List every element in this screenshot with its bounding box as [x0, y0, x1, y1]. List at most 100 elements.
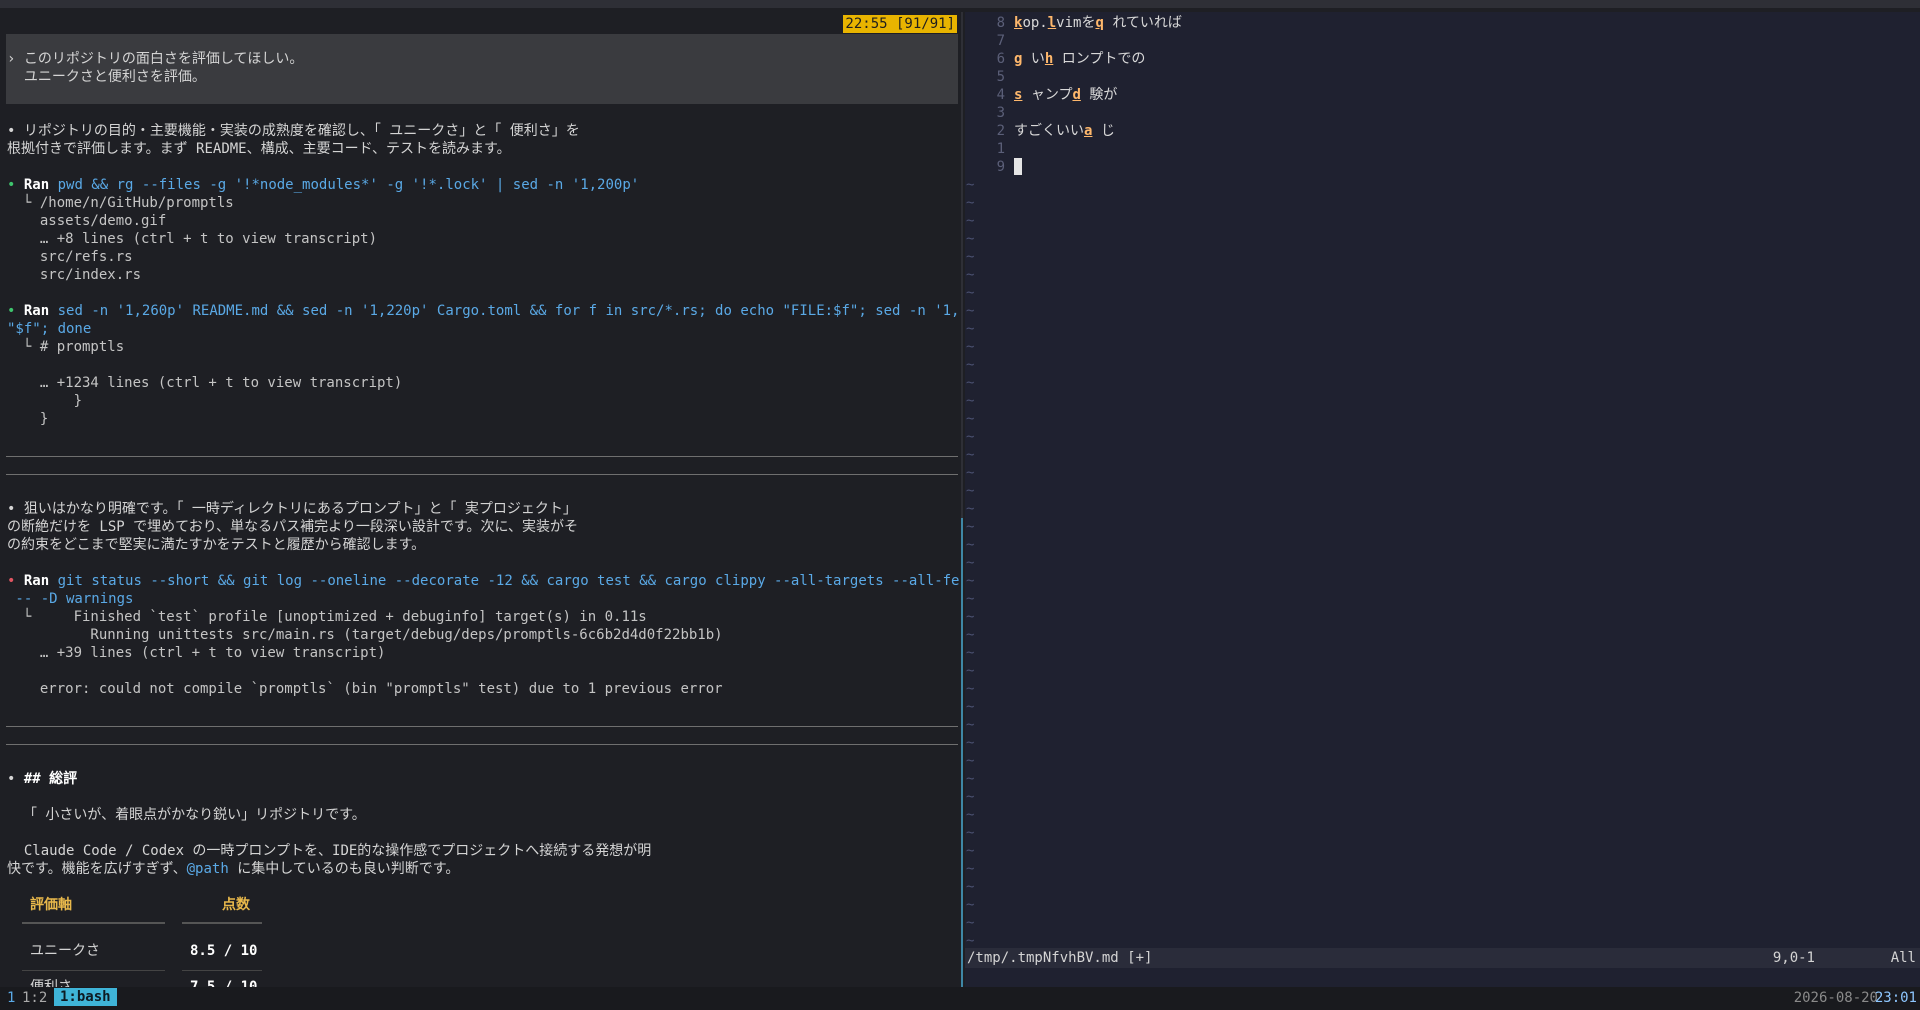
vim-empty-line-tilde: ~ — [966, 177, 975, 193]
vim-buffer-line[interactable]: 4 s ャンプd 験が — [965, 86, 1920, 104]
vim-line-text: kop.lvimをq れていれば — [1014, 15, 1182, 31]
vim-empty-line-tilde: ~ — [966, 321, 975, 337]
codex-pane[interactable]: 22:55 [91/91] › このリポジトリの面白さを評価してほしい。 ユニー… — [0, 12, 960, 987]
run-2-cmd: sed -n '1,260p' README.md && sed -n '1,2… — [57, 303, 960, 319]
vim-statusline: /tmp/.tmpNfvhBV.md [+] 9,0-1 All — [965, 948, 1920, 968]
separator — [6, 474, 958, 475]
vim-empty-line-tilde: ~ — [966, 825, 975, 841]
vim-empty-line-tilde: ~ — [966, 537, 975, 553]
vim-empty-line-tilde: ~ — [966, 573, 975, 589]
vim-buffer-line[interactable]: 8 kop.lvimをq れていれば — [965, 14, 1920, 32]
table-cell-axis: 便利さ — [30, 979, 72, 987]
vim-empty-line-tilde: ~ — [966, 609, 975, 625]
run-2-output: } — [23, 411, 49, 427]
summary-line-1: 「 小さいが、着眼点がかなり鋭い」リポジトリです。 — [23, 807, 366, 823]
vim-empty-line-tilde: ~ — [966, 789, 975, 805]
vim-line-number: 1 — [996, 141, 1005, 157]
intro-line-1: • リポジトリの目的・主要機能・実装の成熟度を確認し、「 ユニークさ」と「 便利… — [7, 123, 580, 139]
run-1-output: src/refs.rs — [23, 249, 133, 265]
run-1-output: src/index.rs — [23, 267, 142, 283]
vim-empty-line-tilde: ~ — [966, 753, 975, 769]
path-mention: @path — [186, 861, 229, 877]
vim-line-text: g いh ロンプトでの — [1014, 51, 1146, 67]
run-3-output: └ Finished `test` profile [unoptimized +… — [23, 609, 647, 625]
vim-empty-line-tilde: ~ — [966, 213, 975, 229]
vim-buffer-line[interactable]: 6 g いh ロンプトでの — [965, 50, 1920, 68]
vim-empty-line-tilde: ~ — [966, 501, 975, 517]
tmux-session[interactable]: 1 — [7, 989, 15, 1007]
tmux-window-inactive[interactable]: 1:2 — [22, 989, 47, 1007]
table-cell-axis: ユニークさ — [30, 943, 100, 959]
vim-empty-line-tilde: ~ — [966, 357, 975, 373]
vim-line-text: s ャンプd 験が — [1014, 87, 1118, 103]
vim-empty-line-tilde: ~ — [966, 843, 975, 859]
run-2-output: └ # promptls — [23, 339, 125, 355]
vim-empty-line-tilde: ~ — [966, 897, 975, 913]
vim-empty-line-tilde: ~ — [966, 591, 975, 607]
run-3-cmd: git status --short && git log --oneline … — [57, 573, 960, 589]
vim-line-number: 5 — [996, 69, 1005, 85]
vim-empty-line-tilde: ~ — [966, 267, 975, 283]
vim-buffer-line[interactable]: 3 — [965, 104, 1920, 122]
vim-empty-line-tilde: ~ — [966, 447, 975, 463]
run-3-ran: Ran — [23, 573, 50, 589]
pane-divider-active — [961, 518, 963, 987]
vim-empty-line-tilde: ~ — [966, 771, 975, 787]
vim-buffer-line[interactable]: 9 — [965, 158, 1920, 176]
summary-line-2b: 快です。機能を広げすぎず、@path に集中しているのも良い判断です。 — [7, 861, 460, 877]
vim-empty-line-tilde: ~ — [966, 735, 975, 751]
vim-line-number: 9 — [996, 159, 1005, 175]
summary-heading: • ## 総評 — [7, 771, 78, 787]
vim-empty-line-tilde: ~ — [966, 627, 975, 643]
vim-empty-line-tilde: ~ — [966, 807, 975, 823]
vim-empty-line-tilde: ~ — [966, 231, 975, 247]
vim-empty-line-tilde: ~ — [966, 861, 975, 877]
run-3-command: • Ran git status --short && git log --on… — [7, 572, 960, 590]
run-2-output: } — [23, 393, 83, 409]
table-rule — [182, 970, 262, 971]
vim-filename: /tmp/.tmpNfvhBV.md [+] — [967, 950, 1153, 966]
run-1-command: • Ran pwd && rg --files -g '!*node_modul… — [7, 176, 639, 194]
vim-buffer-line[interactable]: 2 すごくいいa じ — [965, 122, 1920, 140]
vim-line-number: 6 — [996, 51, 1005, 67]
vim-buffer-line[interactable]: 5 — [965, 68, 1920, 86]
mid-line-2: の断絶だけを LSP で埋めており、単なるパス補完より一段深い設計です。次に、実… — [7, 519, 579, 535]
prompt-line-2: ユニークさと便利さを評価。 — [7, 69, 206, 85]
vim-buffer-line[interactable]: 1 — [965, 140, 1920, 158]
run-1-output: └ /home/n/GitHub/promptls — [23, 195, 234, 211]
vim-line-text: すごくいいa じ — [1014, 123, 1115, 139]
vim-empty-line-tilde: ~ — [966, 879, 975, 895]
vim-empty-line-tilde: ~ — [966, 375, 975, 391]
table-header-axis: 評価軸 — [30, 897, 72, 913]
tmux-time: 23:01 — [1874, 990, 1917, 1006]
separator — [6, 726, 958, 727]
vim-empty-line-tilde: ~ — [966, 303, 975, 319]
tmux-window-active[interactable]: 1:bash — [54, 988, 117, 1006]
run-2-bullet: • — [7, 303, 16, 319]
tmux-clock: 22:55 [91/91] — [843, 15, 957, 33]
vim-line-number: 2 — [996, 123, 1005, 139]
vim-cursor — [1014, 158, 1022, 175]
vim-empty-line-tilde: ~ — [966, 555, 975, 571]
vim-empty-line-tilde: ~ — [966, 285, 975, 301]
run-3-bullet: • — [7, 573, 16, 589]
vim-empty-line-tilde: ~ — [966, 465, 975, 481]
vim-empty-line-tilde: ~ — [966, 663, 975, 679]
table-header-score: 点数 — [222, 897, 250, 913]
vim-empty-line-tilde: ~ — [966, 915, 975, 931]
vim-cursor-position: 9,0-1 — [1772, 950, 1815, 966]
vim-empty-line-tilde: ~ — [966, 249, 975, 265]
run-1-output: assets/demo.gif — [23, 213, 167, 229]
vim-empty-line-tilde: ~ — [966, 681, 975, 697]
vim-line-number: 8 — [996, 15, 1005, 31]
tmux-date: 2026-08-20 — [1793, 990, 1878, 1006]
mid-line-3: の約束をどこまで堅実に満たすかをテストと履歴から確認します。 — [7, 537, 426, 553]
vim-empty-line-tilde: ~ — [966, 645, 975, 661]
run-2-output: … +1234 lines (ctrl + t to view transcri… — [23, 375, 403, 391]
vim-empty-line-tilde: ~ — [966, 429, 975, 445]
terminal-top-bar — [0, 0, 1920, 8]
vim-empty-line-tilde: ~ — [966, 339, 975, 355]
vim-pane[interactable]: 8 kop.lvimをq れていれば 7 6 g いh ロンプトでの 5 4 s ャンプd 験… — [965, 12, 1920, 987]
run-1-bullet: • — [7, 177, 16, 193]
vim-buffer-line[interactable]: 7 — [965, 32, 1920, 50]
